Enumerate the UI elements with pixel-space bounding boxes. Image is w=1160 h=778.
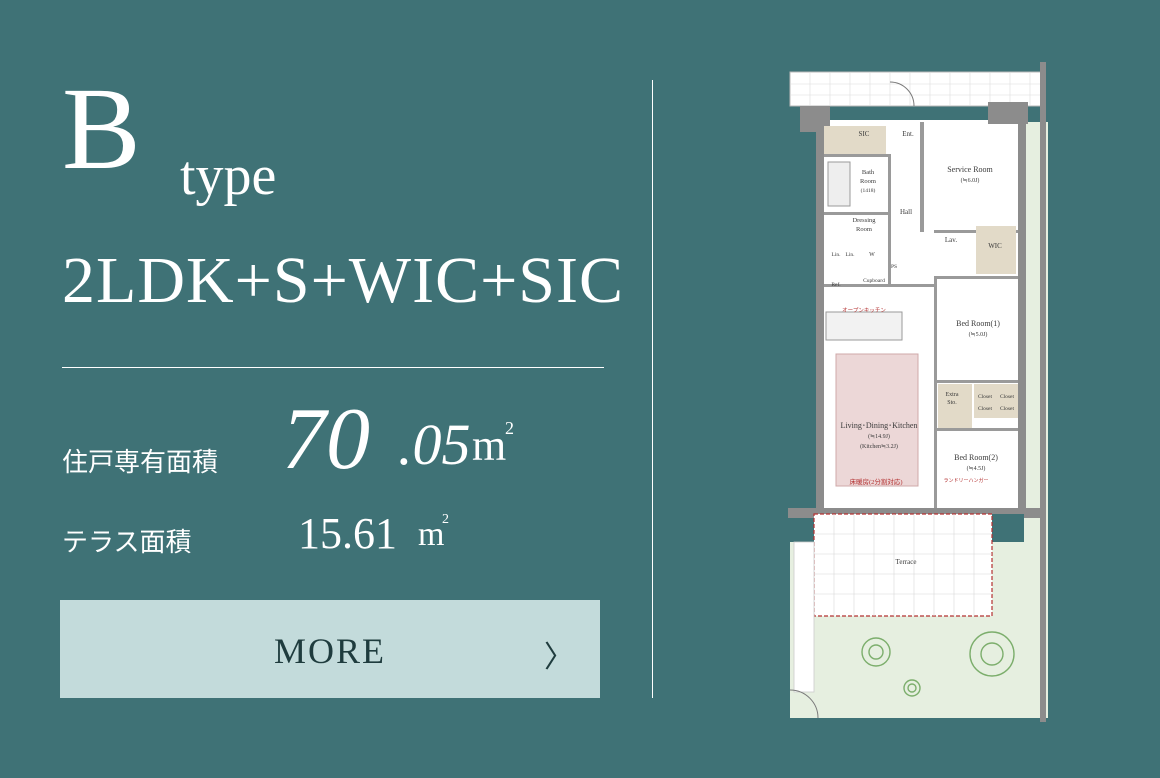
label-service-room: Service Room [947,165,993,174]
label-bed-room-1-area: (≒5.0J) [969,331,988,338]
dwelling-area-unit: m [472,421,507,470]
sic-storage [824,126,886,154]
label-bath-2: Room [860,178,876,185]
more-button-label: MORE [273,631,386,671]
side-walkway [793,541,815,693]
type-letter: B [62,63,141,194]
floor-heating-zone [835,353,919,487]
label-bed-room-1: Bed Room(1) [956,319,1000,328]
label-closet-2: Closet [1000,394,1015,400]
label-extra-2: Sto. [947,400,957,406]
wic-storage [976,226,1016,274]
label-closet-4: Closet [1000,406,1015,412]
closet-storage [974,384,1018,418]
dwelling-area-decimal: .05 [398,412,471,477]
vertical-divider [652,80,653,698]
extra-storage [938,384,972,428]
label-ldk: Living･Dining･Kitchen [841,421,918,430]
label-cupboard: Cupboard [863,278,885,284]
label-ldk-area: (≒14.9J) [868,433,890,440]
floor-plan[interactable]: SIC Ent. Bath Room (1418) Service Room (… [780,62,1060,722]
label-bath-1: Bath [862,169,875,176]
horizontal-divider [62,367,604,368]
dwelling-area-integer: 70 [282,391,370,488]
top-balcony [789,71,1045,107]
label-closet-3: Closet [978,406,993,412]
label-hall: Hall [900,208,912,216]
label-dressing-1: Dressing [852,217,876,224]
label-open-kitchen: オープンキッチン [842,307,886,314]
label-wic: WIC [988,242,1002,250]
type-word: type [180,145,277,207]
label-bath-3: (1418) [861,187,876,194]
label-ent: Ent. [902,130,914,138]
label-terrace: Terrace [896,558,917,566]
terrace-area-label: テラス面積 [62,528,192,558]
terrace-area-value: 15.61 [298,509,397,558]
label-lav: Lav. [945,236,957,244]
terrace-area-unit: m [418,516,445,553]
label-closet-1: Closet [978,394,993,400]
label-floor-heating: 床暖房(2分割対応) [849,477,902,486]
chevron-right-icon: 〉 [544,640,574,675]
label-w: W [869,252,875,258]
label-sic: SIC [859,130,870,138]
kitchen-counter [825,311,903,341]
label-bed-room-2: Bed Room(2) [954,453,998,462]
bathtub-icon [827,161,851,207]
dwelling-area-unit-superscript: 2 [505,418,514,438]
label-bed-room-2-area: (≒4.5J) [967,465,986,472]
label-ref: Ref. [831,281,841,288]
label-extra-1: Extra [946,392,959,398]
more-button[interactable]: MORE 〉 [60,600,600,698]
label-kitchen-area: (Kitchen≒3.2J) [860,443,898,450]
layout-code: 2LDK+S+WIC+SIC [62,244,625,317]
terrace-area-unit-superscript: 2 [442,512,449,527]
label-dressing-2: Room [856,226,872,233]
label-service-area: (≒6.0J) [961,177,980,184]
label-lin-1: Lin. [831,252,841,258]
label-ps: PS [891,264,897,270]
label-laundry: ランドリーハンガー [944,477,989,484]
dwelling-area-label: 住戸専有面積 [62,448,219,478]
label-lin-2: Lin. [845,252,855,258]
